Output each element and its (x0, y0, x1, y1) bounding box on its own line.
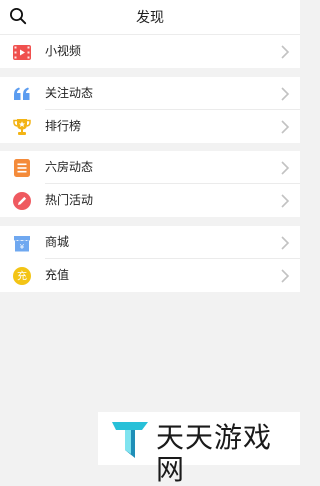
watermark-text: 天天游戏网 (156, 421, 273, 486)
menu-group-4: ¥ 商城 充 充值 (0, 226, 300, 292)
menu-item-hot-events[interactable]: 热门活动 (0, 184, 300, 217)
trophy-icon (13, 118, 31, 136)
menu-item-label: 热门活动 (45, 193, 94, 207)
menu-item-short-video[interactable]: 小视频 (0, 35, 300, 68)
menu-item-label: 商城 (45, 235, 70, 249)
chevron-right-icon (281, 236, 290, 250)
menu-item-follow-feed[interactable]: 关注动态 (0, 77, 300, 110)
menu-item-recharge[interactable]: 充 充值 (0, 259, 300, 292)
watermark: 天天游戏网 (98, 412, 300, 486)
chevron-right-icon (281, 87, 290, 101)
header-bar: 发现 (0, 0, 300, 35)
menu-group-1: 小视频 (0, 35, 300, 68)
svg-text:充: 充 (17, 270, 27, 283)
menu-item-leaderboard[interactable]: 排行榜 (0, 110, 300, 143)
chevron-right-icon (281, 269, 290, 283)
pencil-icon (13, 192, 31, 210)
chevron-right-icon (281, 194, 290, 208)
menu-item-label: 六房动态 (45, 160, 94, 174)
menu-item-label: 充值 (45, 268, 70, 282)
quote-icon (13, 85, 31, 103)
video-icon (13, 43, 31, 61)
recharge-icon: 充 (13, 267, 31, 285)
shop-icon: ¥ (13, 234, 31, 252)
chevron-right-icon (281, 45, 290, 59)
menu-group-2: 关注动态 排行榜 (0, 77, 300, 143)
menu-item-sixroom-feed[interactable]: 六房动态 (0, 151, 300, 184)
chevron-right-icon (281, 161, 290, 175)
menu-item-shop[interactable]: ¥ 商城 (0, 226, 300, 259)
chevron-right-icon (281, 120, 290, 134)
menu-group-3: 六房动态 热门活动 (0, 151, 300, 217)
list-icon (13, 159, 31, 177)
svg-text:¥: ¥ (20, 243, 25, 251)
menu-item-label: 排行榜 (45, 119, 82, 133)
menu-item-label: 关注动态 (45, 86, 94, 100)
page-title: 发现 (136, 10, 164, 26)
site-logo (112, 422, 148, 458)
menu-item-label: 小视频 (45, 44, 82, 58)
